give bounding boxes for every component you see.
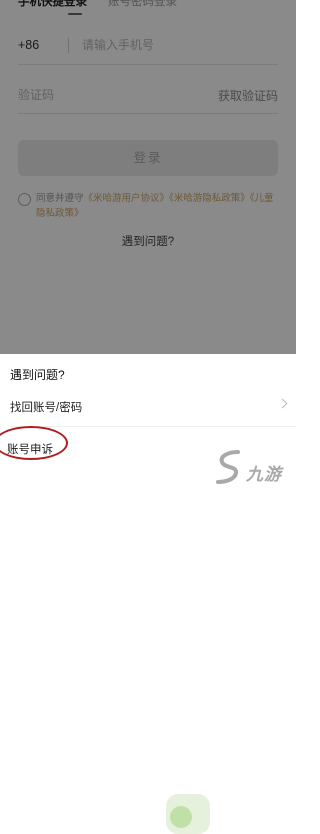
highlight-ellipse <box>0 426 68 460</box>
watermark-logo-icon <box>216 450 240 484</box>
divider <box>10 426 296 427</box>
chevron-right-icon <box>277 398 288 409</box>
decorative-blob <box>170 806 192 828</box>
sheet-title: 遇到问题? <box>10 368 65 382</box>
watermark: 九游 <box>214 448 294 492</box>
modal-overlay[interactable] <box>0 0 296 354</box>
recover-account-label: 找回账号/密码 <box>10 402 83 414</box>
recover-account-item[interactable]: 找回账号/密码 <box>0 385 296 425</box>
watermark-text: 九游 <box>246 465 282 484</box>
